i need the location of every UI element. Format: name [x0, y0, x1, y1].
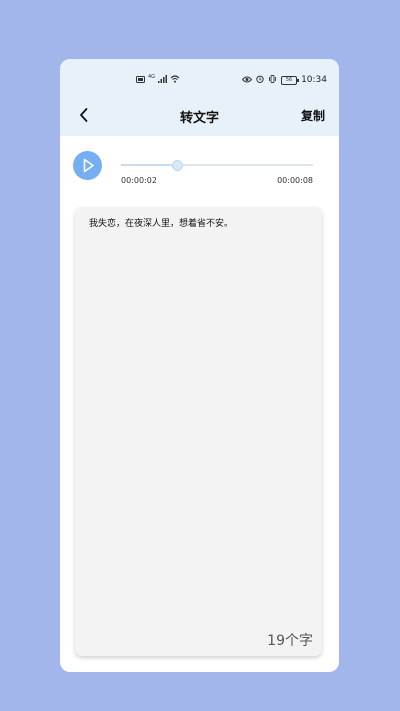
transcript-text: 我失恋，在夜深人里，想着省不安。 [89, 219, 234, 229]
progress-slider[interactable] [121, 160, 313, 171]
page-title: 转文字 [179, 111, 219, 126]
phone-screen: 4G 56 10:34 转文字 复制 00:00:02 00:00:08 我失恋… [60, 59, 339, 672]
eye-icon [241, 76, 253, 85]
total-time: 00:00:08 [277, 176, 313, 185]
transcript-card[interactable]: 我失恋，在夜深人里，想着省不安。 19个字 [75, 207, 322, 656]
status-time: 10:34 [301, 75, 327, 85]
play-icon [83, 158, 94, 173]
progress-fill [121, 164, 177, 166]
progress-thumb[interactable] [171, 160, 183, 171]
signal-icon [158, 75, 168, 85]
audio-player: 00:00:02 00:00:08 [60, 136, 339, 206]
char-count: 19个字 [267, 633, 313, 649]
status-right: 56 10:34 [241, 75, 327, 85]
copy-button[interactable]: 复制 [301, 107, 325, 124]
vibrate-icon [268, 75, 277, 85]
4g-icon: 4G [148, 74, 156, 80]
nav-bar: 转文字 复制 [60, 99, 339, 131]
status-left: 4G [136, 74, 180, 85]
alarm-icon [256, 75, 264, 85]
battery-icon: 56 [281, 75, 300, 85]
play-button[interactable] [73, 151, 102, 180]
current-time: 00:00:02 [121, 176, 157, 185]
top-bar: 4G 56 10:34 转文字 复制 [60, 59, 339, 136]
status-bar: 4G 56 10:34 [60, 74, 339, 89]
hd-icon [136, 75, 145, 85]
wifi-icon [170, 75, 180, 85]
